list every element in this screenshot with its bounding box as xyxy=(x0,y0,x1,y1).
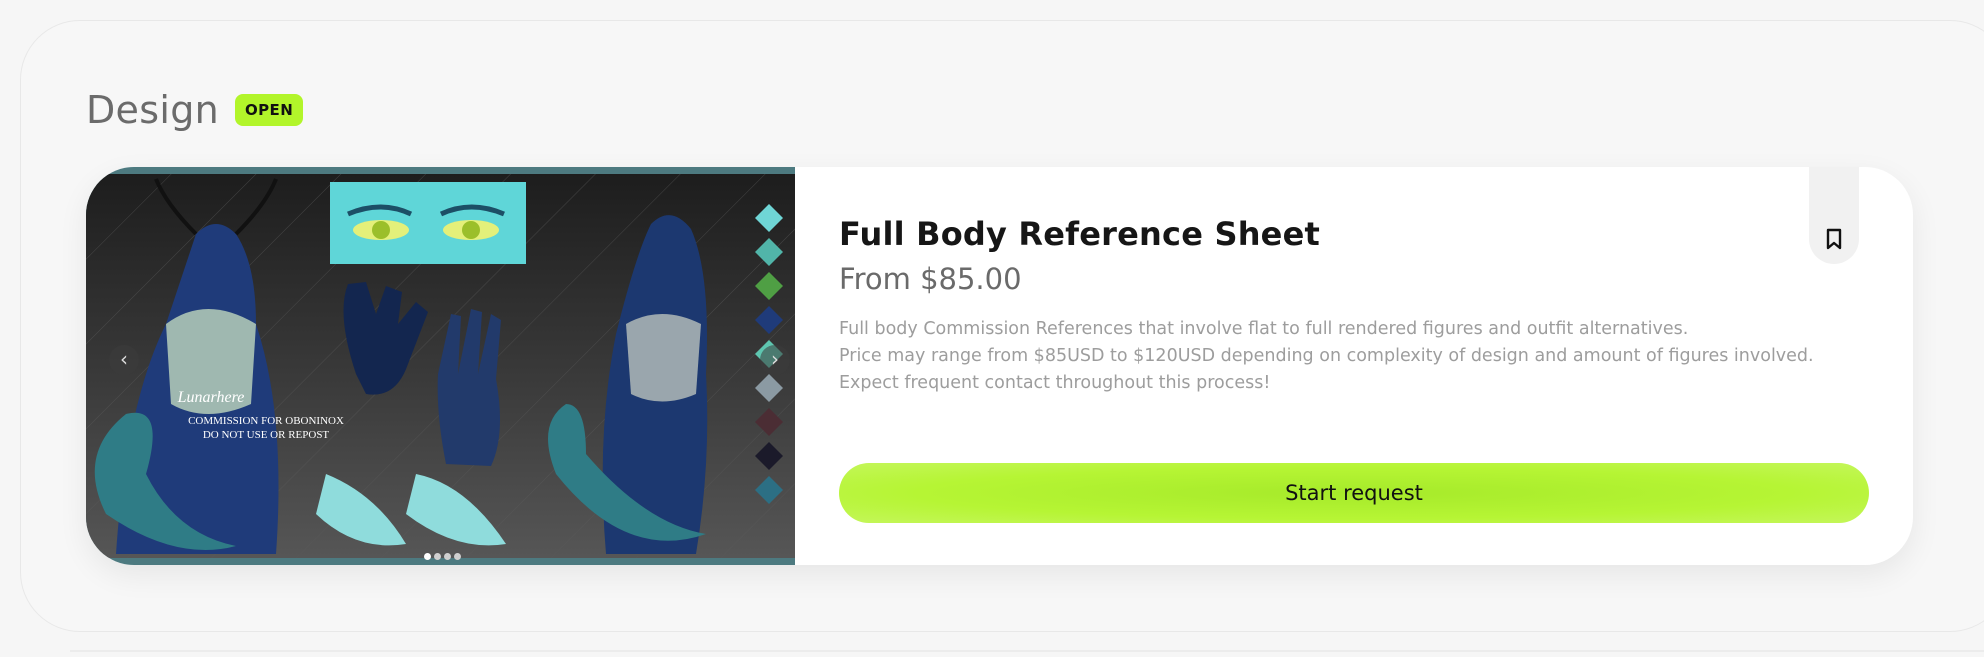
svg-text:DO NOT USE OR REPOST: DO NOT USE OR REPOST xyxy=(203,429,330,441)
bookmark-icon xyxy=(1826,228,1842,250)
svg-text:COMMISSION FOR OBONINOX: COMMISSION FOR OBONINOX xyxy=(188,415,344,427)
reference-sheet-artwork: Lunarhere COMMISSION FOR OBONINOX DO NOT… xyxy=(86,174,795,558)
bookmark-button[interactable] xyxy=(1809,167,1859,264)
carousel-dot[interactable] xyxy=(424,553,431,560)
product-title: Full Body Reference Sheet xyxy=(839,215,1320,253)
start-request-button[interactable]: Start request xyxy=(839,463,1869,523)
carousel-dot[interactable] xyxy=(434,553,441,560)
divider xyxy=(70,650,1984,652)
price: From $85.00 xyxy=(839,262,1022,296)
svg-text:Lunarhere: Lunarhere xyxy=(177,389,245,406)
carousel-pagination xyxy=(424,553,461,560)
description-line: Full body Commission References that inv… xyxy=(839,319,1689,339)
description: Full body Commission References that inv… xyxy=(839,316,1839,397)
carousel-next-button[interactable]: › xyxy=(760,345,790,375)
commission-card: Lunarhere COMMISSION FOR OBONINOX DO NOT… xyxy=(86,167,1913,565)
carousel-dot[interactable] xyxy=(444,553,451,560)
card-content: Full Body Reference Sheet From $85.00 Fu… xyxy=(839,167,1869,565)
description-line: Expect frequent contact throughout this … xyxy=(839,373,1271,393)
section-title: Design xyxy=(86,88,220,132)
description-line: Price may range from $85USD to $120USD d… xyxy=(839,346,1814,366)
status-badge: OPEN xyxy=(235,94,304,126)
image-carousel[interactable]: Lunarhere COMMISSION FOR OBONINOX DO NOT… xyxy=(86,167,795,565)
carousel-dot[interactable] xyxy=(454,553,461,560)
chevron-right-icon: › xyxy=(771,347,779,371)
carousel-prev-button[interactable]: ‹ xyxy=(109,345,139,375)
reference-sheet-image: Lunarhere COMMISSION FOR OBONINOX DO NOT… xyxy=(86,174,795,558)
chevron-left-icon: ‹ xyxy=(120,347,128,371)
section-header: Design OPEN xyxy=(86,88,304,132)
